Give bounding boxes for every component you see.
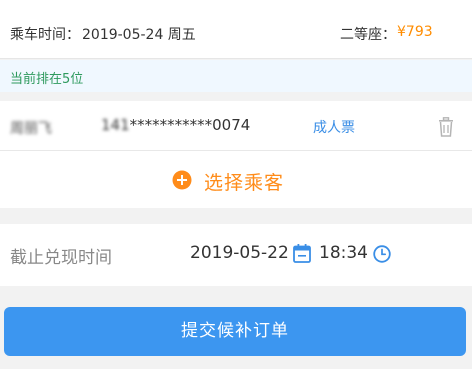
top-strip	[0, 0, 472, 8]
deadline-row: 截止兑现时间 2019-05-22 18:34	[0, 224, 472, 286]
plus-circle-icon[interactable]	[172, 170, 192, 190]
passenger-id-masked: ***********0074	[129, 116, 251, 134]
passenger-id-prefix: 141	[101, 116, 130, 134]
trip-info-row: 乘车时间： 2019-05-24 周五 二等座： ¥793	[0, 8, 472, 59]
deadline-date-picker[interactable]: 2019-05-22	[190, 243, 289, 263]
deadline-time-picker[interactable]: 18:34	[319, 243, 368, 263]
trip-date: 2019-05-24 周五	[82, 27, 196, 43]
select-passenger-button[interactable]: 选择乘客	[204, 168, 284, 195]
ticket-type-link[interactable]: 成人票	[313, 117, 355, 137]
clock-icon[interactable]	[373, 245, 391, 263]
queue-position-row: 当前排在5位	[0, 60, 472, 92]
passenger-name: 周丽飞	[10, 121, 52, 137]
trip-time-label: 乘车时间：	[10, 27, 80, 43]
passenger-id-number: 141***********0074	[101, 116, 250, 134]
trash-icon[interactable]	[437, 117, 455, 137]
passenger-row[interactable]: 周丽飞 141***********0074 成人票	[0, 101, 472, 151]
seat-price: ¥793	[397, 24, 433, 40]
seat-class-label: 二等座：	[340, 27, 396, 43]
queue-position-text: 当前排在5位	[10, 72, 84, 87]
submit-waitlist-order-button[interactable]: 提交候补订单	[4, 307, 466, 356]
deadline-label: 截止兑现时间	[10, 248, 112, 268]
waitlist-order-page: 乘车时间： 2019-05-24 周五 二等座： ¥793 当前排在5位 周丽飞…	[0, 0, 472, 369]
calendar-icon[interactable]	[293, 244, 311, 263]
